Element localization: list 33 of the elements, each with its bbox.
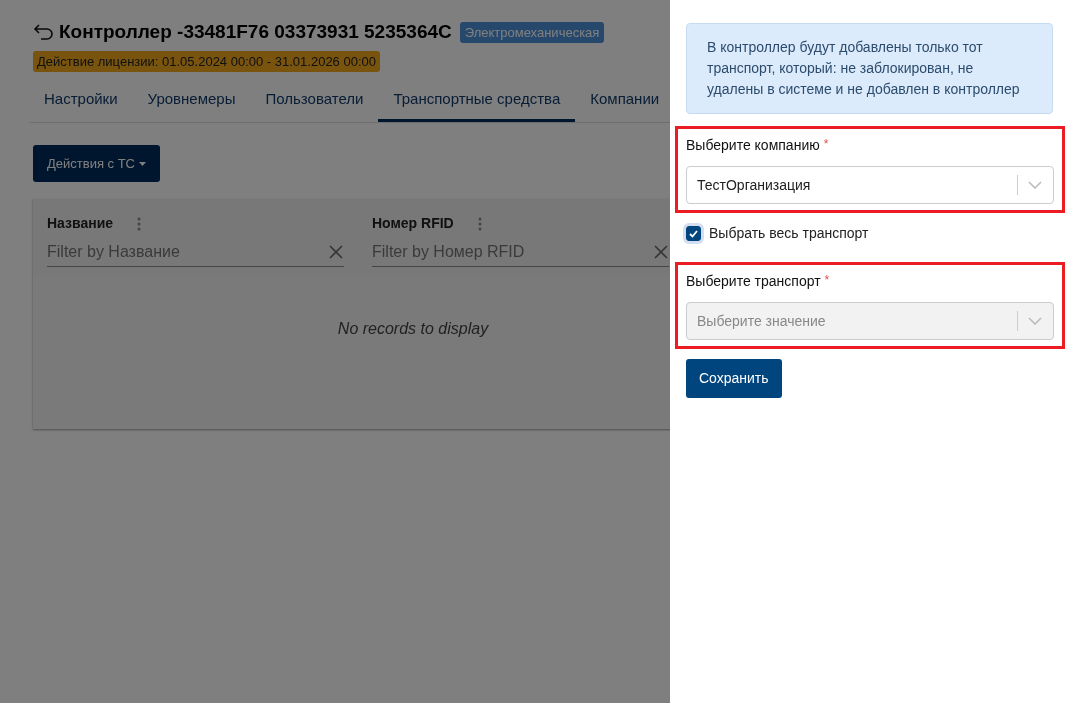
close-icon[interactable]	[653, 244, 669, 260]
column-header[interactable]: Название	[47, 213, 114, 234]
tab[interactable]: Пользователи	[250, 80, 379, 122]
license-badge: Действие лицензии: 01.05.2024 00:00 - 31.01.2026 00:00	[33, 50, 380, 72]
required-mark: *	[823, 137, 829, 151]
actions-button[interactable]: Действия с ТС	[33, 144, 160, 182]
tab[interactable]: Компании	[575, 80, 670, 122]
checkmark-icon	[689, 229, 698, 238]
info-notice: В контроллер будут добавлены только тот транспорт, который: не заблокирован, не удалены в системе и не добавлен в контроллер	[686, 23, 1053, 114]
close-icon[interactable]	[328, 244, 344, 260]
chevron-down-icon	[1028, 181, 1042, 189]
select-field[interactable]: ТестОрганизация	[686, 166, 1054, 204]
backdrop-overlay[interactable]	[0, 0, 670, 703]
caret-icon	[138, 162, 146, 167]
chevron-down-icon	[1028, 317, 1042, 325]
checkbox-label: Выбрать весь транспорт	[709, 224, 869, 243]
more-vertical-icon[interactable]	[137, 216, 142, 231]
tab[interactable]: Уровнемеры	[132, 80, 251, 122]
more-vertical-icon[interactable]	[477, 216, 482, 231]
page-title: Контроллер -33481F76 03373931 5235364C	[59, 20, 452, 44]
column-header[interactable]: Номер RFID	[372, 213, 454, 234]
checkbox[interactable]	[686, 226, 701, 241]
filter-field[interactable]: Filter by Номер RFID	[372, 238, 653, 266]
field-label: Выберите компанию	[686, 137, 820, 153]
save-button[interactable]: Сохранить	[686, 359, 782, 398]
tab[interactable]: Настройки	[29, 80, 133, 122]
type-badge: Электромеханическая	[459, 21, 605, 43]
field-label: Выберите транспорт	[686, 273, 821, 289]
back-arrow-icon[interactable]	[33, 23, 55, 42]
tab[interactable]: Транспортные средства	[378, 80, 576, 122]
empty-message: No records to display	[336, 319, 490, 339]
required-mark: *	[824, 273, 830, 287]
filter-field[interactable]: Filter by Название	[47, 238, 328, 266]
